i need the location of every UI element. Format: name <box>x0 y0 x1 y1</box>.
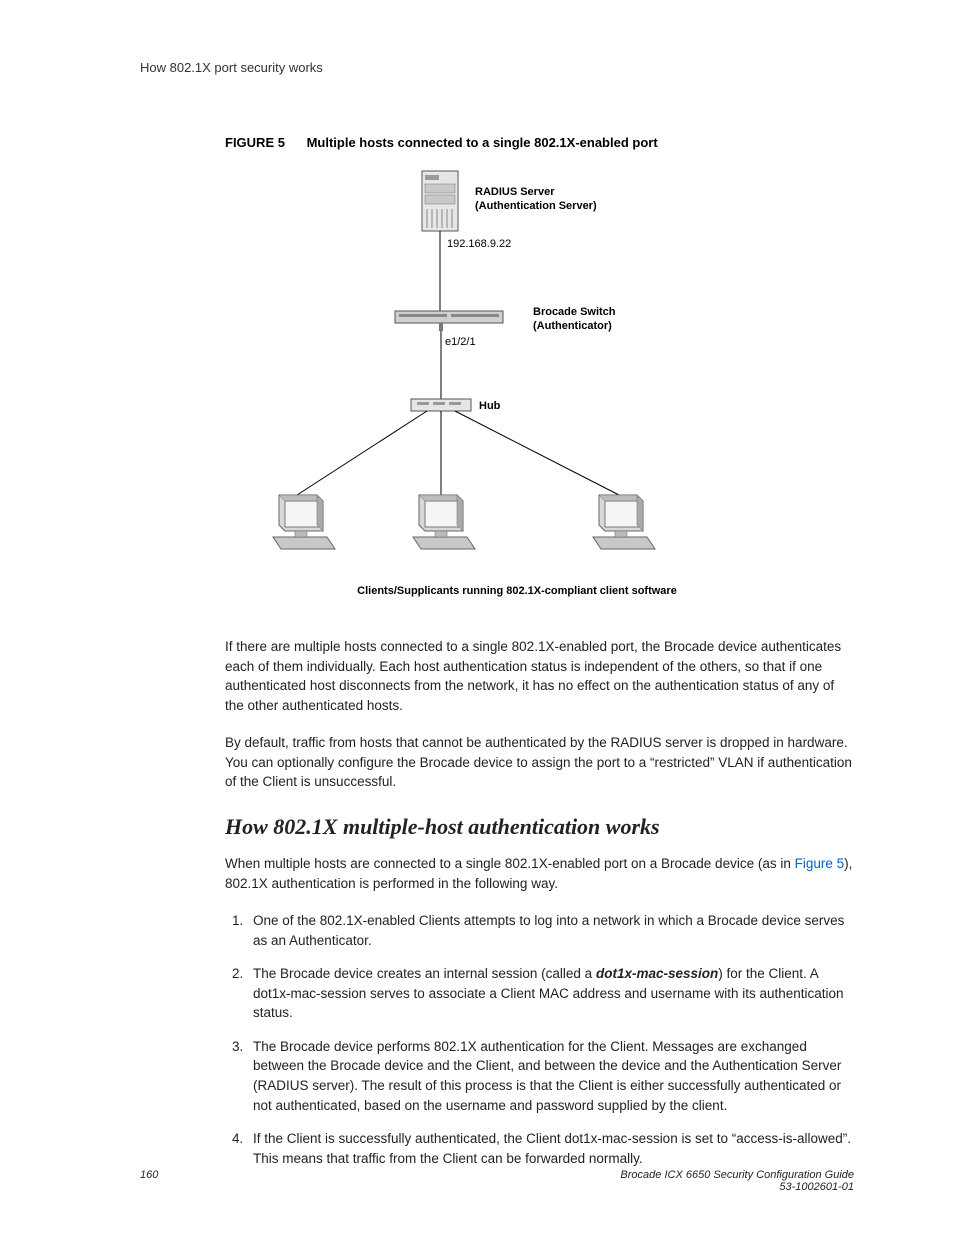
paragraph-2: By default, traffic from hosts that cann… <box>225 733 854 792</box>
client-3-icon <box>593 495 655 549</box>
radius-server-icon <box>422 171 458 231</box>
step-3: The Brocade device performs 802.1X authe… <box>247 1037 854 1115</box>
page-footer: 160 Brocade ICX 6650 Security Configurat… <box>140 1169 854 1193</box>
clients-caption: Clients/Supplicants running 802.1X-compl… <box>180 585 854 597</box>
switch-icon <box>395 311 503 331</box>
figure-label: FIGURE 5 <box>225 135 285 150</box>
paragraph-after-h2: When multiple hosts are connected to a s… <box>225 854 854 893</box>
radius-ip-label: 192.168.9.22 <box>447 238 511 250</box>
subsection-heading: How 802.1X multiple-host authentication … <box>225 814 854 840</box>
figure-caption: FIGURE 5 Multiple hosts connected to a s… <box>225 135 854 150</box>
step-2: The Brocade device creates an internal s… <box>247 964 854 1023</box>
switch-label-1: Brocade Switch <box>533 306 616 318</box>
p-after-h2-a: When multiple hosts are connected to a s… <box>225 856 795 871</box>
running-head: How 802.1X port security works <box>140 60 854 75</box>
radius-server-label-1: RADIUS Server <box>475 186 555 198</box>
step-1: One of the 802.1X-enabled Clients attemp… <box>247 911 854 950</box>
network-diagram: RADIUS Server (Authentication Server) 19… <box>140 165 854 575</box>
doc-title: Brocade ICX 6650 Security Configuration … <box>620 1169 854 1181</box>
page-number: 160 <box>140 1169 158 1193</box>
hub-icon <box>411 399 471 411</box>
switch-label-2: (Authenticator) <box>533 320 612 332</box>
hub-label: Hub <box>479 400 501 412</box>
figure-5-link[interactable]: Figure 5 <box>795 856 845 871</box>
doc-number: 53-1002601-01 <box>620 1181 854 1193</box>
radius-server-label-2: (Authentication Server) <box>475 200 597 212</box>
client-1-icon <box>273 495 335 549</box>
step-2a: The Brocade device creates an internal s… <box>253 966 596 981</box>
step-4: If the Client is successfully authentica… <box>247 1129 854 1168</box>
figure-title: Multiple hosts connected to a single 802… <box>307 135 658 150</box>
client-2-icon <box>413 495 475 549</box>
step-2-term: dot1x-mac-session <box>596 966 718 981</box>
steps-list: One of the 802.1X-enabled Clients attemp… <box>225 911 854 1168</box>
port-label: e1/2/1 <box>445 336 476 348</box>
paragraph-1: If there are multiple hosts connected to… <box>225 637 854 715</box>
